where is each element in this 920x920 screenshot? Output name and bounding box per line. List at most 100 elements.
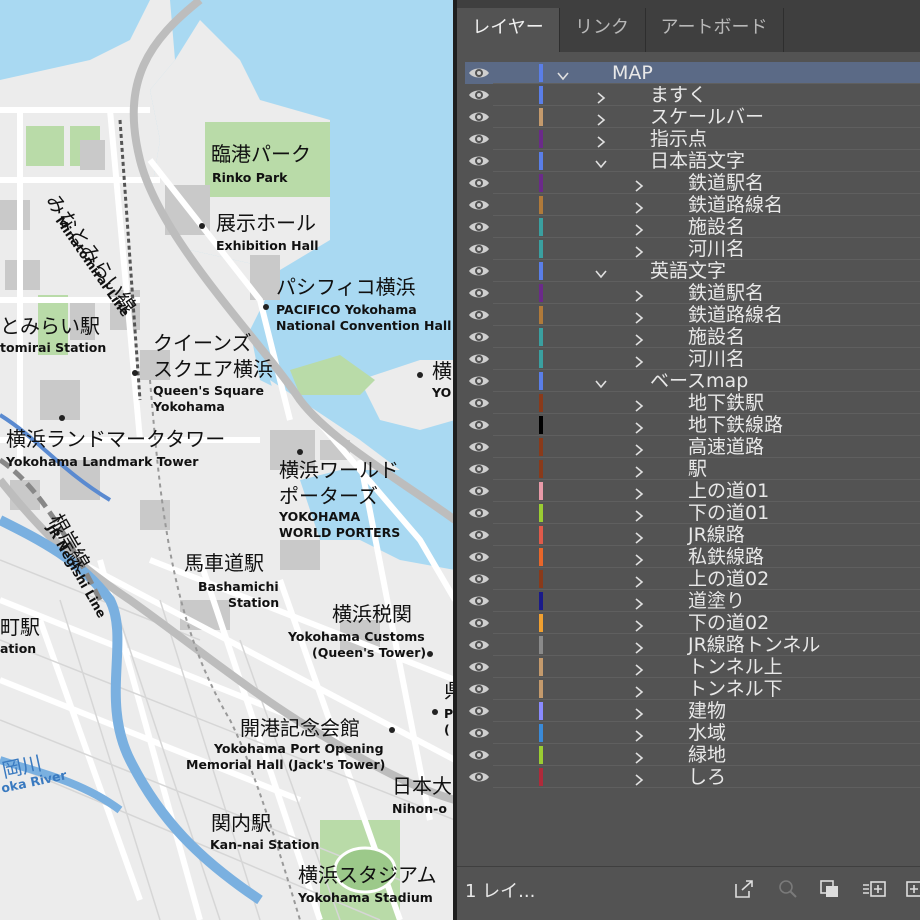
visibility-eye-icon[interactable] bbox=[468, 527, 490, 543]
chevron-down-icon[interactable] bbox=[595, 375, 607, 389]
chevron-right-icon[interactable] bbox=[633, 199, 645, 214]
visibility-eye-icon[interactable] bbox=[468, 659, 490, 675]
chevron-right-icon[interactable] bbox=[633, 243, 645, 258]
visibility-eye-icon[interactable] bbox=[468, 681, 490, 697]
visibility-eye-icon[interactable] bbox=[468, 109, 490, 125]
locate-object-icon[interactable] bbox=[777, 879, 799, 899]
chevron-right-icon[interactable] bbox=[633, 221, 645, 236]
layer-row[interactable]: トンネル上 bbox=[465, 656, 920, 678]
layer-row[interactable]: しろ bbox=[465, 766, 920, 788]
visibility-eye-icon[interactable] bbox=[468, 263, 490, 279]
layer-row[interactable]: 駅 bbox=[465, 458, 920, 480]
visibility-eye-icon[interactable] bbox=[468, 65, 490, 81]
visibility-eye-icon[interactable] bbox=[468, 395, 490, 411]
visibility-eye-icon[interactable] bbox=[468, 505, 490, 521]
tab-layers[interactable]: レイヤー bbox=[457, 8, 560, 52]
chevron-right-icon[interactable] bbox=[633, 309, 645, 324]
visibility-eye-icon[interactable] bbox=[468, 417, 490, 433]
visibility-eye-icon[interactable] bbox=[468, 637, 490, 653]
chevron-right-icon[interactable] bbox=[633, 573, 645, 588]
visibility-eye-icon[interactable] bbox=[468, 153, 490, 169]
chevron-right-icon[interactable] bbox=[633, 419, 645, 434]
layer-row[interactable]: 施設名 bbox=[465, 216, 920, 238]
layer-row[interactable]: ベースmap bbox=[465, 370, 920, 392]
visibility-eye-icon[interactable] bbox=[468, 175, 490, 191]
chevron-right-icon[interactable] bbox=[633, 749, 645, 764]
layer-row[interactable]: 鉄道駅名 bbox=[465, 172, 920, 194]
layer-row[interactable]: JR線路トンネル bbox=[465, 634, 920, 656]
layer-row[interactable]: 緑地 bbox=[465, 744, 920, 766]
layer-row[interactable]: 道塗り bbox=[465, 590, 920, 612]
chevron-right-icon[interactable] bbox=[633, 661, 645, 676]
layer-row[interactable]: 鉄道路線名 bbox=[465, 194, 920, 216]
visibility-eye-icon[interactable] bbox=[468, 131, 490, 147]
visibility-eye-icon[interactable] bbox=[468, 241, 490, 257]
visibility-eye-icon[interactable] bbox=[468, 615, 490, 631]
chevron-down-icon[interactable] bbox=[557, 67, 569, 81]
visibility-eye-icon[interactable] bbox=[468, 307, 490, 323]
layer-row[interactable]: 地下鉄線路 bbox=[465, 414, 920, 436]
visibility-eye-icon[interactable] bbox=[468, 439, 490, 455]
chevron-right-icon[interactable] bbox=[633, 287, 645, 302]
layer-row[interactable]: 下の道02 bbox=[465, 612, 920, 634]
tab-artboards[interactable]: アートボード bbox=[645, 8, 784, 52]
layer-row[interactable]: 私鉄線路 bbox=[465, 546, 920, 568]
chevron-right-icon[interactable] bbox=[633, 617, 645, 632]
visibility-eye-icon[interactable] bbox=[468, 329, 490, 345]
layer-row[interactable]: 建物 bbox=[465, 700, 920, 722]
map-canvas[interactable]: 臨港パーク Rinko Park 展示ホール Exhibition Hall パシフィコ… bbox=[0, 0, 455, 920]
visibility-eye-icon[interactable] bbox=[468, 373, 490, 389]
layer-row[interactable]: 下の道01 bbox=[465, 502, 920, 524]
layer-row[interactable]: トンネル下 bbox=[465, 678, 920, 700]
new-layer-icon[interactable] bbox=[905, 879, 920, 899]
chevron-right-icon[interactable] bbox=[633, 507, 645, 522]
export-icon[interactable] bbox=[733, 879, 755, 899]
visibility-eye-icon[interactable] bbox=[468, 703, 490, 719]
chevron-right-icon[interactable] bbox=[633, 551, 645, 566]
visibility-eye-icon[interactable] bbox=[468, 571, 490, 587]
layer-row[interactable]: JR線路 bbox=[465, 524, 920, 546]
layer-row[interactable]: 地下鉄駅 bbox=[465, 392, 920, 414]
layer-row[interactable]: 高速道路 bbox=[465, 436, 920, 458]
chevron-down-icon[interactable] bbox=[595, 265, 607, 279]
visibility-eye-icon[interactable] bbox=[468, 593, 490, 609]
visibility-eye-icon[interactable] bbox=[468, 769, 490, 785]
layer-row[interactable]: 水域 bbox=[465, 722, 920, 744]
visibility-eye-icon[interactable] bbox=[468, 87, 490, 103]
clipping-mask-icon[interactable] bbox=[819, 879, 841, 899]
chevron-right-icon[interactable] bbox=[633, 529, 645, 544]
chevron-right-icon[interactable] bbox=[633, 397, 645, 412]
layer-row[interactable]: MAP bbox=[465, 62, 920, 84]
layer-row[interactable]: 河川名 bbox=[465, 238, 920, 260]
tab-links[interactable]: リンク bbox=[559, 8, 646, 52]
chevron-right-icon[interactable] bbox=[633, 683, 645, 698]
chevron-right-icon[interactable] bbox=[633, 771, 645, 786]
new-sublayer-icon[interactable] bbox=[861, 879, 886, 899]
chevron-right-icon[interactable] bbox=[633, 331, 645, 346]
chevron-right-icon[interactable] bbox=[633, 705, 645, 720]
visibility-eye-icon[interactable] bbox=[468, 285, 490, 301]
layer-row[interactable]: 英語文字 bbox=[465, 260, 920, 282]
chevron-down-icon[interactable] bbox=[595, 155, 607, 169]
layer-row[interactable]: 日本語文字 bbox=[465, 150, 920, 172]
layer-row[interactable]: ますく bbox=[465, 84, 920, 106]
visibility-eye-icon[interactable] bbox=[468, 219, 490, 235]
visibility-eye-icon[interactable] bbox=[468, 483, 490, 499]
chevron-right-icon[interactable] bbox=[595, 133, 607, 148]
visibility-eye-icon[interactable] bbox=[468, 725, 490, 741]
layer-tree-scrollbar[interactable] bbox=[912, 54, 920, 866]
chevron-right-icon[interactable] bbox=[633, 441, 645, 456]
layer-row[interactable]: 指示点 bbox=[465, 128, 920, 150]
layer-row[interactable]: 上の道02 bbox=[465, 568, 920, 590]
chevron-right-icon[interactable] bbox=[633, 353, 645, 368]
visibility-eye-icon[interactable] bbox=[468, 351, 490, 367]
chevron-right-icon[interactable] bbox=[595, 111, 607, 126]
chevron-right-icon[interactable] bbox=[633, 595, 645, 610]
chevron-right-icon[interactable] bbox=[633, 727, 645, 742]
chevron-right-icon[interactable] bbox=[633, 177, 645, 192]
visibility-eye-icon[interactable] bbox=[468, 549, 490, 565]
visibility-eye-icon[interactable] bbox=[468, 197, 490, 213]
chevron-right-icon[interactable] bbox=[633, 639, 645, 654]
chevron-right-icon[interactable] bbox=[595, 89, 607, 104]
layer-row[interactable]: 施設名 bbox=[465, 326, 920, 348]
